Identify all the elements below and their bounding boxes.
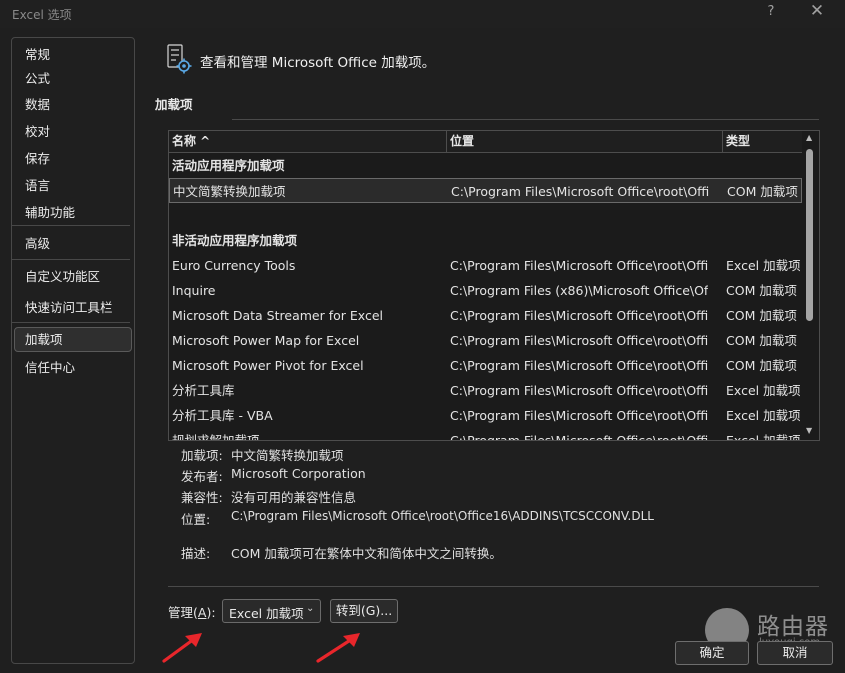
- addin-location: C:\Program Files\Microsoft Office\root\O…: [450, 383, 708, 398]
- addin-name: 规划求解加载项: [172, 433, 260, 441]
- manage-select[interactable]: Excel 加载项 ⌄: [222, 599, 321, 623]
- table-row[interactable]: Microsoft Data Streamer for Excel C:\Pro…: [169, 303, 802, 328]
- addin-name: Inquire: [172, 283, 216, 298]
- sidebar-item-trust-center[interactable]: 信任中心: [14, 355, 132, 380]
- section-divider: [232, 119, 819, 120]
- addin-type: COM 加载项: [726, 308, 797, 323]
- sidebar-item-language[interactable]: 语言: [14, 173, 132, 198]
- addin-type: COM 加载项: [726, 333, 797, 348]
- group-header-active: 活动应用程序加载项: [169, 153, 802, 178]
- addin-name: 中文简繁转换加载项: [173, 184, 286, 199]
- table-row[interactable]: 分析工具库 C:\Program Files\Microsoft Office\…: [169, 378, 802, 403]
- manage-select-value: Excel 加载项: [229, 606, 304, 621]
- sidebar-divider: [12, 225, 130, 226]
- scrollbar-thumb[interactable]: [806, 149, 813, 321]
- sidebar-divider: [12, 322, 130, 323]
- sidebar-divider: [12, 259, 130, 260]
- addin-name: Microsoft Data Streamer for Excel: [172, 308, 383, 323]
- detail-description-label: 描述:: [181, 546, 211, 561]
- ok-button[interactable]: 确定: [675, 641, 749, 665]
- addin-location: C:\Program Files\Microsoft Office\root\O…: [450, 433, 708, 441]
- sidebar-item-formulas[interactable]: 公式: [14, 66, 132, 91]
- table-row[interactable]: Inquire C:\Program Files (x86)\Microsoft…: [169, 278, 802, 303]
- sidebar-item-addins[interactable]: 加载项: [14, 327, 132, 352]
- table-row[interactable]: Microsoft Power Pivot for Excel C:\Progr…: [169, 353, 802, 378]
- page-heading: 查看和管理 Microsoft Office 加载项。: [200, 55, 436, 71]
- group-label: 非活动应用程序加载项: [172, 233, 298, 248]
- detail-description-value: COM 加载项可在繁体中文和简体中文之间转换。: [231, 546, 502, 561]
- sidebar-item-customize-ribbon[interactable]: 自定义功能区: [14, 264, 132, 289]
- detail-compat-value: 没有可用的兼容性信息: [231, 490, 357, 505]
- cancel-button[interactable]: 取消: [757, 641, 833, 665]
- table-row[interactable]: 规划求解加载项 C:\Program Files\Microsoft Offic…: [169, 428, 802, 441]
- addin-name: Microsoft Power Pivot for Excel: [172, 358, 364, 373]
- sidebar-item-quick-access-toolbar[interactable]: 快速访问工具栏: [14, 295, 132, 320]
- addin-type: COM 加载项: [727, 184, 798, 199]
- bottom-divider: [168, 586, 819, 587]
- addin-location: C:\Program Files\Microsoft Office\root\O…: [450, 258, 708, 273]
- table-row[interactable]: 中文简繁转换加载项 C:\Program Files\Microsoft Off…: [169, 178, 802, 203]
- addins-settings-icon: [167, 44, 192, 74]
- scroll-down-icon[interactable]: ▼: [806, 426, 812, 435]
- addin-name: 分析工具库: [172, 383, 235, 398]
- detail-addin-label: 加载项:: [181, 448, 223, 463]
- manage-label: 管理(A):: [168, 605, 216, 620]
- section-title: 加载项: [155, 97, 193, 112]
- detail-compat-label: 兼容性:: [181, 490, 223, 505]
- addin-location: C:\Program Files\Microsoft Office\root\O…: [450, 333, 708, 348]
- addin-location: C:\Program Files\Microsoft Office\root\O…: [451, 184, 709, 199]
- sidebar-item-general[interactable]: 常规: [14, 42, 132, 67]
- close-button[interactable]: ✕: [806, 1, 828, 21]
- detail-addin-value: 中文简繁转换加载项: [231, 448, 344, 463]
- sidebar-item-proofing[interactable]: 校对: [14, 119, 132, 144]
- title-bar: Excel 选项 ? ✕: [0, 0, 845, 28]
- detail-publisher-label: 发布者:: [181, 469, 223, 484]
- window-title: Excel 选项: [12, 8, 72, 22]
- help-button[interactable]: ?: [764, 4, 778, 19]
- chevron-down-icon: ⌄: [306, 603, 315, 614]
- sidebar-item-advanced[interactable]: 高级: [14, 231, 132, 256]
- detail-location-label: 位置:: [181, 512, 211, 527]
- sidebar-item-save[interactable]: 保存: [14, 146, 132, 171]
- go-button[interactable]: 转到(G)...: [330, 599, 398, 623]
- column-header-type[interactable]: 类型: [723, 131, 802, 153]
- detail-location-value: C:\Program Files\Microsoft Office\root\O…: [231, 509, 654, 523]
- detail-publisher-value: Microsoft Corporation: [231, 466, 366, 481]
- addin-type: Excel 加载项: [726, 383, 800, 398]
- addin-location: C:\Program Files\Microsoft Office\root\O…: [450, 308, 708, 323]
- addin-name: Microsoft Power Map for Excel: [172, 333, 360, 348]
- table-row[interactable]: Euro Currency Tools C:\Program Files\Mic…: [169, 253, 802, 278]
- table-scrollbar[interactable]: ▲ ▼: [802, 131, 819, 440]
- addin-location: C:\Program Files (x86)\Microsoft Office\…: [450, 283, 708, 298]
- annotation-arrow-icon: [316, 633, 360, 663]
- table-header: 名称 ^ 位置 类型: [169, 131, 802, 153]
- watermark-text: 路由器: [757, 614, 829, 640]
- scroll-up-icon[interactable]: ▲: [806, 133, 812, 142]
- addin-type: Excel 加载项: [726, 258, 800, 273]
- table-row[interactable]: 分析工具库 - VBA C:\Program Files\Microsoft O…: [169, 403, 802, 428]
- annotation-arrow-icon: [162, 633, 202, 663]
- addin-type: COM 加载项: [726, 358, 797, 373]
- addin-location: C:\Program Files\Microsoft Office\root\O…: [450, 408, 708, 423]
- addins-table[interactable]: 名称 ^ 位置 类型 活动应用程序加载项 中文简繁转换加载项 C:\Progra…: [168, 130, 820, 441]
- addin-name: Euro Currency Tools: [172, 258, 296, 273]
- addin-type: Excel 加载项: [726, 433, 800, 441]
- sidebar-item-accessibility[interactable]: 辅助功能: [14, 200, 132, 225]
- group-header-inactive: 非活动应用程序加载项: [169, 228, 802, 253]
- addin-type: Excel 加载项: [726, 408, 800, 423]
- column-header-name[interactable]: 名称 ^: [169, 131, 447, 153]
- table-row[interactable]: Microsoft Power Map for Excel C:\Program…: [169, 328, 802, 353]
- group-label: 活动应用程序加载项: [172, 158, 285, 173]
- sidebar-item-data[interactable]: 数据: [14, 92, 132, 117]
- options-sidebar: 常规 公式 数据 校对 保存 语言 辅助功能 高级 自定义功能区 快速访问工具栏…: [11, 37, 135, 664]
- column-header-location[interactable]: 位置: [447, 131, 723, 153]
- addin-location: C:\Program Files\Microsoft Office\root\O…: [450, 358, 708, 373]
- addin-name: 分析工具库 - VBA: [172, 408, 273, 423]
- addin-type: COM 加载项: [726, 283, 797, 298]
